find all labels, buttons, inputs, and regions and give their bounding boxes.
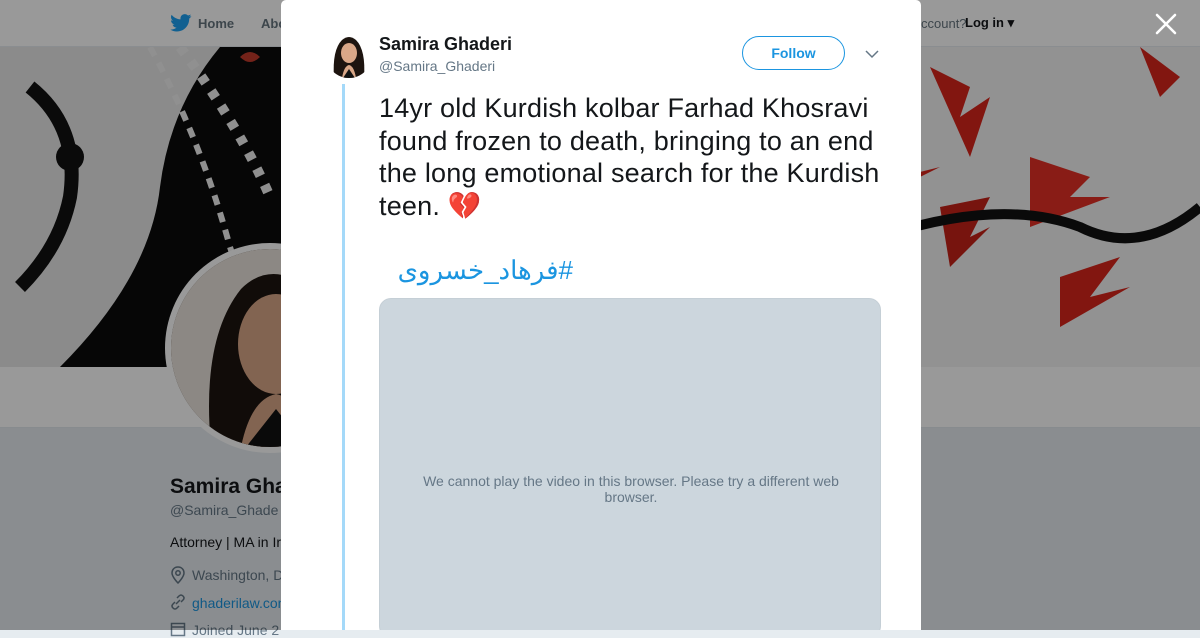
tweet-author-avatar[interactable] [326,32,372,78]
tweet-modal: Samira Ghaderi @Samira_Ghaderi Follow 14… [281,0,921,630]
chevron-down-icon[interactable] [864,46,880,62]
tweet-author-handle[interactable]: @Samira_Ghaderi [379,58,495,74]
follow-button[interactable]: Follow [742,36,845,70]
video-error-message: We cannot play the video in this browser… [423,473,839,505]
thread-line [342,84,345,630]
close-icon[interactable] [1154,12,1178,36]
tweet-hashtag-link[interactable]: #فرهاد_خسروی [379,255,573,286]
tweet-text: 14yr old Kurdish kolbar Farhad Khosravi … [379,93,880,221]
author-avatar-portrait [326,32,372,78]
video-player[interactable]: We cannot play the video in this browser… [379,298,881,630]
tweet-author-name[interactable]: Samira Ghaderi [379,34,512,55]
